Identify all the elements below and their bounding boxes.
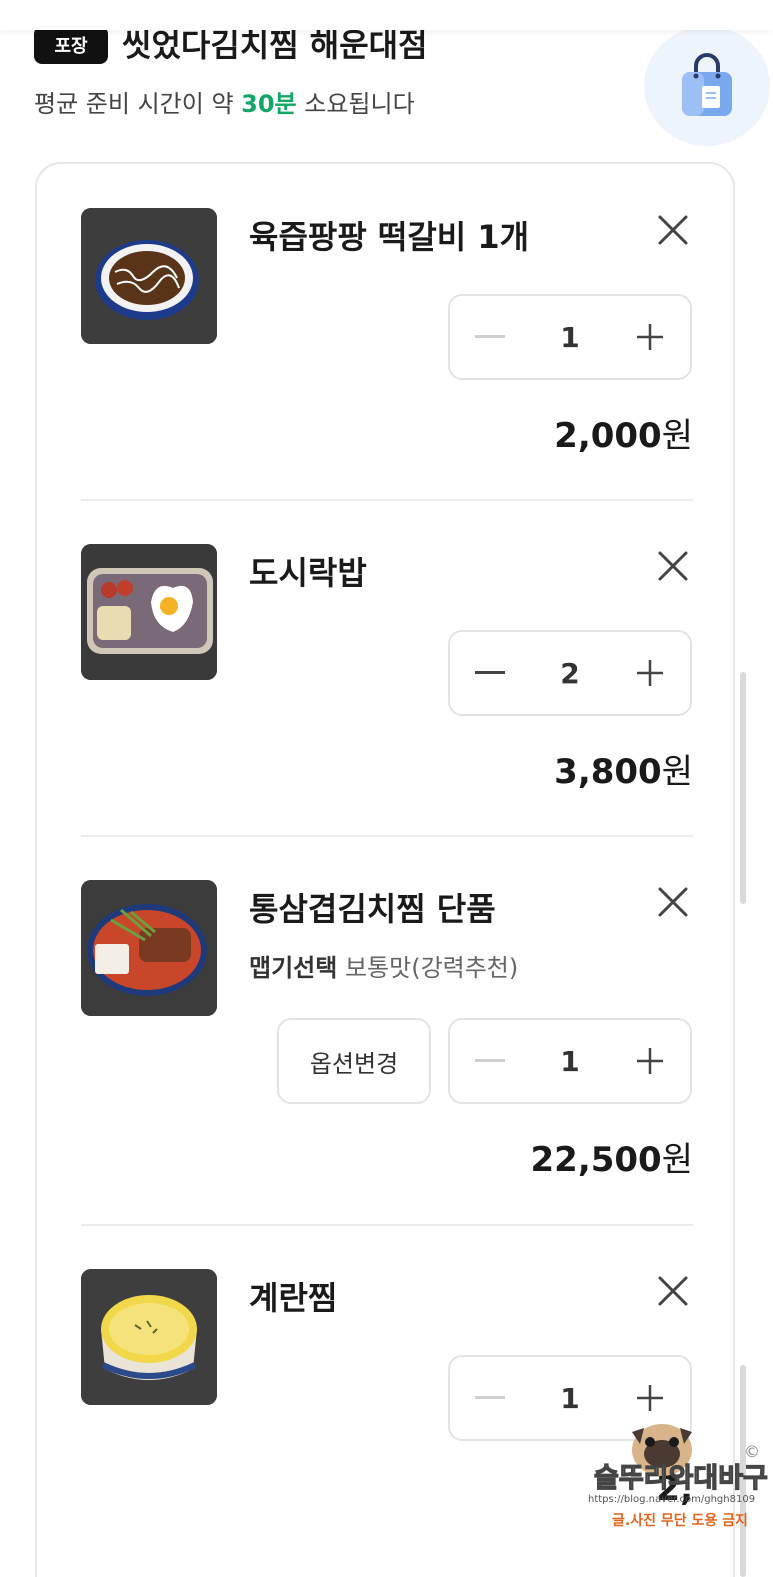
option-value: 보통맛(강력추천) [344,954,519,982]
minus-icon[interactable] [472,1043,508,1079]
price-value: 3,800 [554,752,662,792]
scrollbar[interactable] [740,672,746,904]
cart-item: 통삼겹김치찜 단품 맵기선택 보통맛(강력추천) 옵션변경 1 22,500원 [81,880,693,1200]
food-image [81,1269,217,1405]
item-price: 2,000원 [554,408,693,457]
watermark-title: 슬뚜리와대바구 [593,1462,768,1494]
change-option-button[interactable]: 옵션변경 [277,1018,431,1104]
food-image [81,544,217,680]
price-value: 22,500 [530,1140,662,1180]
store-header: 포장 씻었다김치찜 해운대점 평균 준비 시간이 약 30분 소요됩니다 [34,18,770,146]
takeout-badge: 포장 [34,26,108,64]
shopping-bag-icon [644,26,770,146]
divider [81,835,693,837]
minus-icon[interactable] [472,655,508,691]
item-option: 맵기선택 보통맛(강력추천) [249,948,518,983]
quantity-stepper: 1 [448,294,692,380]
item-name: 육즙팡팡 떡갈비 1개 [249,218,530,256]
divider [81,1224,693,1226]
price-unit: 원 [661,752,693,792]
quantity-stepper: 1 [448,1018,692,1104]
quantity-value: 1 [560,320,580,354]
close-icon[interactable] [655,884,691,920]
cart-item: 도시락밥 2 3,800원 [81,544,693,794]
cart-card: 육즙팡팡 떡갈비 1개 1 2,000원 도시락밥 2 3,800원 통삼겹김치… [35,162,735,1577]
food-image [81,880,217,1016]
prep-time-value: 30분 [241,90,297,118]
item-price: 22,500원 [531,1132,693,1181]
watermark-url: https://blog.naver.com/ghgh8109 [588,1494,756,1505]
minus-icon[interactable] [472,1380,508,1416]
minus-icon[interactable] [472,319,508,355]
close-icon[interactable] [655,548,691,584]
item-name: 통삼겹김치찜 단품 [249,890,496,928]
plus-icon[interactable] [632,655,668,691]
prep-suffix: 소요됩니다 [296,90,415,118]
item-price: 3,800원 [554,744,693,793]
cart-item: 육즙팡팡 떡갈비 1개 1 2,000원 [81,208,693,458]
quantity-value: 1 [560,1044,580,1078]
price-unit: 원 [661,1140,693,1180]
prep-prefix: 평균 준비 시간이 약 [34,90,242,118]
watermark-notice: 글.사진 무단 도용 금지 [612,1513,748,1529]
price-value: 2,000 [554,416,662,456]
price-unit: 원 [661,416,693,456]
close-icon[interactable] [655,212,691,248]
close-icon[interactable] [655,1273,691,1309]
item-name: 계란찜 [249,1279,338,1317]
food-image [81,208,217,344]
item-name: 도시락밥 [249,554,367,592]
quantity-value: 2 [560,656,580,690]
divider [81,499,693,501]
quantity-value: 1 [560,1381,580,1415]
plus-icon[interactable] [632,1043,668,1079]
option-label: 맵기선택 [249,954,338,982]
top-bar [0,0,773,30]
watermark: © 슬뚜리와대바구 https://blog.naver.com/ghgh810… [588,1410,768,1532]
quantity-stepper: 2 [448,630,692,716]
plus-icon[interactable] [632,319,668,355]
prep-time-text: 평균 준비 시간이 약 30분 소요됩니다 [34,84,415,119]
